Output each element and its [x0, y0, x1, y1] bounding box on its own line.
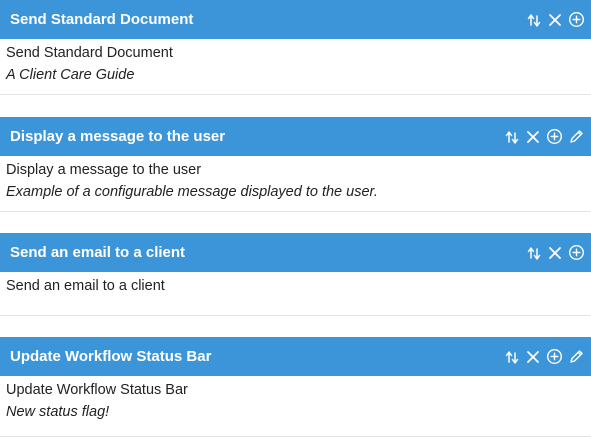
plus-circle-icon[interactable] [568, 244, 585, 261]
card-title: Send an email to a client [10, 244, 186, 261]
step-description: Example of a configurable message displa… [6, 184, 378, 200]
close-icon[interactable] [525, 349, 541, 365]
workflow-step-card: Send Standard Document Send Standard Doc… [0, 0, 591, 95]
card-header: Update Workflow Status Bar [0, 337, 591, 376]
step-description: A Client Care Guide [6, 67, 135, 83]
close-icon[interactable] [547, 245, 563, 261]
workflow-step-card: Display a message to the user Display a … [0, 117, 591, 212]
step-name: Send an email to a client [6, 278, 165, 294]
workflow-step-card: Send an email to a client Send an email … [0, 233, 591, 316]
card-title: Send Standard Document [10, 11, 194, 28]
card-body: Send an email to a client [0, 272, 591, 316]
move-arrows-icon[interactable] [504, 349, 520, 365]
close-icon[interactable] [547, 12, 563, 28]
step-name: Update Workflow Status Bar [6, 382, 188, 398]
card-title: Update Workflow Status Bar [10, 348, 212, 365]
pencil-icon[interactable] [568, 128, 585, 145]
close-icon[interactable] [525, 129, 541, 145]
card-header: Display a message to the user [0, 117, 591, 156]
plus-circle-icon[interactable] [568, 11, 585, 28]
step-name: Display a message to the user [6, 162, 202, 178]
workflow-step-card: Update Workflow Status Bar Update Workfl… [0, 337, 591, 437]
step-name: Send Standard Document [6, 45, 173, 61]
pencil-icon[interactable] [568, 348, 585, 365]
card-body: Update Workflow Status Bar New status fl… [0, 376, 591, 437]
plus-circle-icon[interactable] [546, 128, 563, 145]
step-description: New status flag! [6, 404, 110, 420]
card-body: Display a message to the user Example of… [0, 156, 591, 212]
card-header: Send an email to a client [0, 233, 591, 272]
move-arrows-icon[interactable] [504, 129, 520, 145]
card-header: Send Standard Document [0, 0, 591, 39]
card-actions [504, 128, 585, 145]
card-actions [526, 244, 585, 261]
card-body: Send Standard Document A Client Care Gui… [0, 39, 591, 95]
card-actions [504, 348, 585, 365]
card-actions [526, 11, 585, 28]
move-arrows-icon[interactable] [526, 245, 542, 261]
move-arrows-icon[interactable] [526, 12, 542, 28]
card-title: Display a message to the user [10, 128, 226, 145]
plus-circle-icon[interactable] [546, 348, 563, 365]
